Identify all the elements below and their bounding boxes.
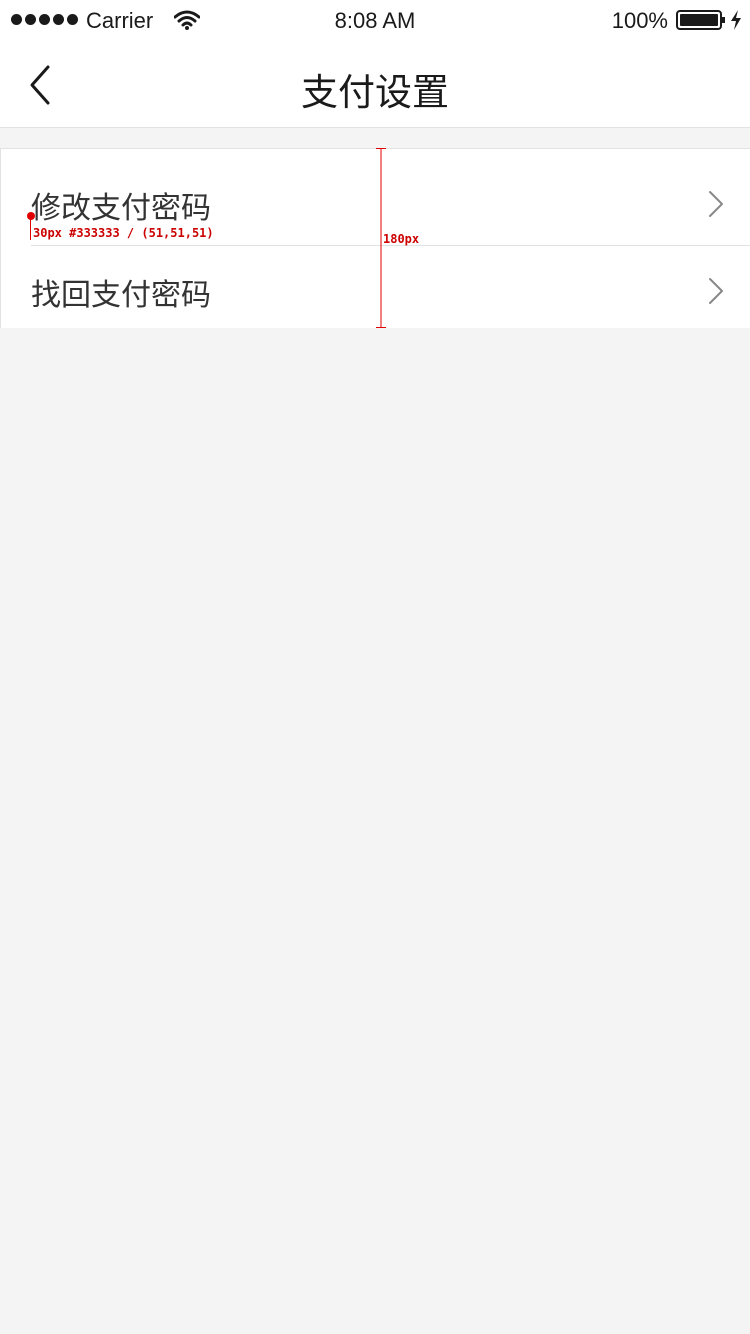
list-item-label: 找回支付密码 (31, 278, 211, 313)
charging-bolt-icon (731, 10, 741, 30)
status-bar: Carrier 8:08 AM 100% (0, 0, 750, 40)
nav-bar: 支付设置 (0, 40, 750, 128)
battery-percentage: 100% (611, 8, 668, 33)
list-item-label: 修改支付密码 (31, 191, 211, 226)
battery-icon (676, 10, 725, 30)
annotation-line (30, 216, 31, 240)
page-title: 支付设置 (301, 71, 449, 114)
annotation-marker (27, 212, 35, 220)
chevron-right-icon (709, 191, 723, 217)
chevron-right-icon (709, 278, 723, 304)
font-spec-annotation: 30px #333333 / (51,51,51) (33, 226, 214, 240)
height-spec-annotation: 180px (383, 232, 420, 246)
